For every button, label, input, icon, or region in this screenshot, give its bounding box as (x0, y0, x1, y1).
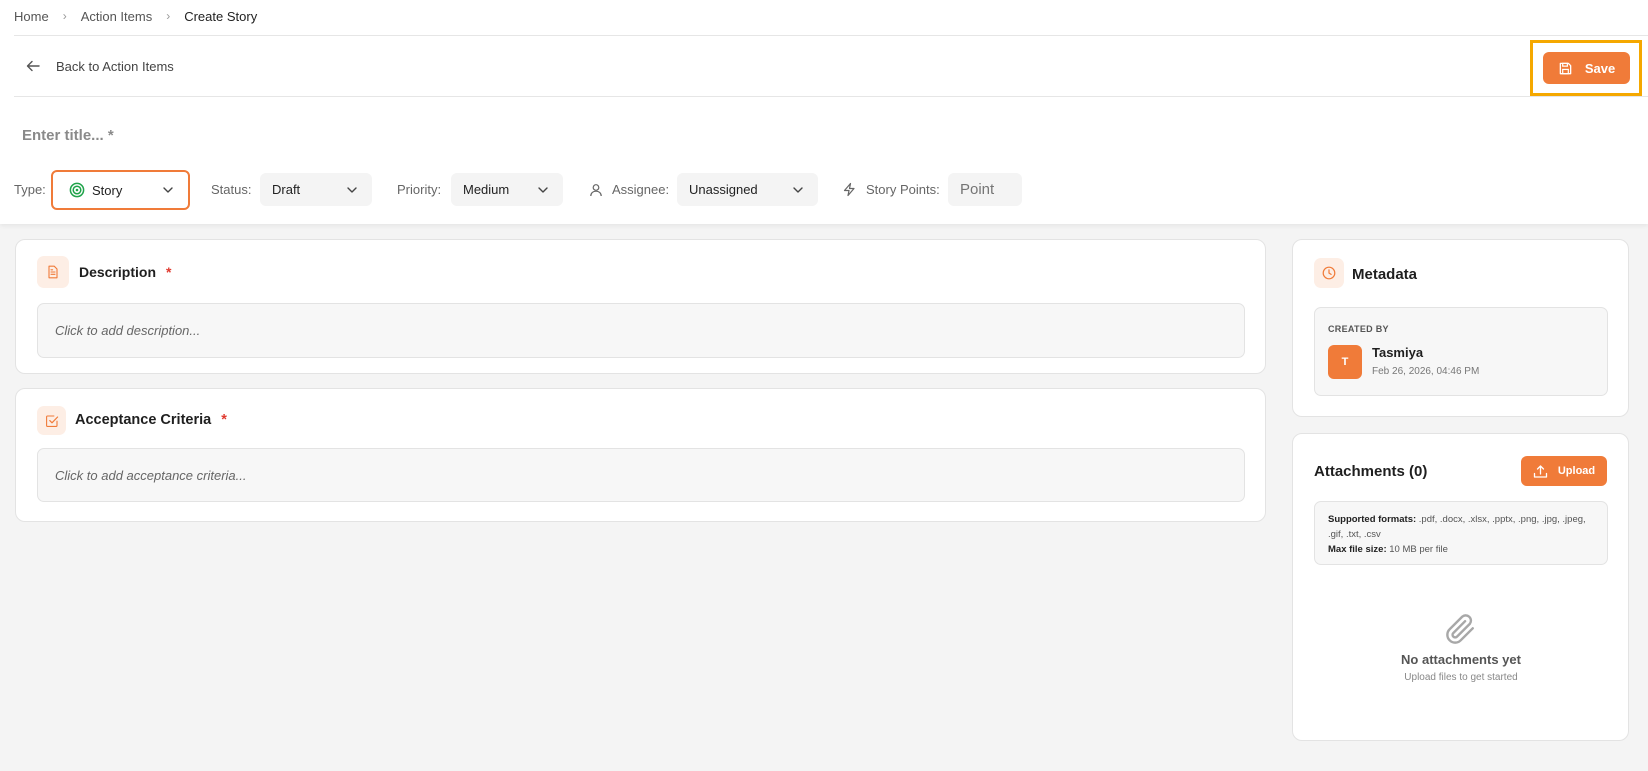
max-size-label: Max file size: (1328, 544, 1387, 555)
assignee-value: Unassigned (689, 182, 758, 197)
breadcrumb: Home › Action Items › Create Story (14, 8, 257, 24)
checkbox-icon (45, 414, 58, 427)
save-button[interactable]: Save (1543, 52, 1630, 84)
chevron-right-icon: › (166, 9, 171, 23)
supported-formats-box: Supported formats: .pdf, .docx, .xlsx, .… (1314, 501, 1608, 565)
description-title: Description * (79, 264, 171, 280)
type-value: Story (92, 182, 123, 198)
avatar: T (1328, 345, 1362, 379)
upload-button[interactable]: Upload (1521, 456, 1607, 486)
created-date: Feb 26, 2026, 04:46 PM (1372, 366, 1480, 377)
acceptance-criteria-input[interactable]: Click to add acceptance criteria... (37, 448, 1245, 502)
assignee-select[interactable]: Unassigned (677, 173, 818, 206)
description-title-text: Description (79, 264, 157, 280)
chevron-right-icon: › (62, 9, 67, 23)
formats-label: Supported formats: (1328, 514, 1417, 525)
description-card: Description * Click to add description... (15, 239, 1266, 374)
divider (14, 96, 1648, 97)
arrow-left-icon (26, 60, 40, 72)
divider (14, 35, 1648, 36)
save-icon (1559, 62, 1572, 74)
required-mark: * (166, 264, 172, 280)
story-points-input[interactable] (948, 173, 1022, 206)
attachments-title: Attachments (0) (1314, 463, 1428, 480)
back-to-action-items-link[interactable]: Back to Action Items (26, 56, 174, 76)
creator-name: Tasmiya (1372, 345, 1424, 360)
type-label: Type: (14, 182, 46, 197)
required-mark: * (221, 412, 227, 428)
empty-state-subtitle: Upload files to get started (1404, 672, 1518, 683)
acceptance-criteria-card: Acceptance Criteria * Click to add accept… (15, 388, 1266, 522)
status-label: Status: (211, 182, 252, 197)
created-by-box: CREATED BY T Tasmiya Feb 26, 2026, 04:46… (1314, 307, 1608, 396)
metadata-title: Metadata (1352, 266, 1418, 283)
chevron-down-icon (163, 187, 173, 193)
metadata-card: Metadata CREATED BY T Tasmiya Feb 26, 20… (1292, 239, 1629, 417)
metadata-icon-box (1314, 258, 1344, 288)
priority-value: Medium (463, 182, 510, 197)
save-label: Save (1584, 60, 1616, 76)
title-input[interactable] (22, 124, 822, 146)
upload-label: Upload (1557, 465, 1596, 477)
status-select[interactable]: Draft (260, 173, 372, 206)
description-icon-box (37, 256, 69, 288)
status-value: Draft (272, 182, 301, 197)
acceptance-title-text: Acceptance Criteria (75, 412, 212, 428)
priority-label: Priority: (397, 182, 442, 197)
story-fields-row: Type: Story Status: Draft Priority: Medi… (14, 170, 1114, 210)
chevron-down-icon (538, 187, 548, 193)
chevron-down-icon (347, 187, 357, 193)
created-by-label: CREATED BY (1328, 324, 1389, 334)
user-icon (590, 184, 602, 197)
formats-line: Supported formats: .pdf, .docx, .xlsx, .… (1328, 512, 1594, 542)
type-select[interactable]: Story (51, 170, 190, 210)
page-header: Home › Action Items › Create Story Back … (0, 0, 1648, 224)
acceptance-icon-box (37, 406, 66, 435)
max-size-line: Max file size: 10 MB per file (1328, 542, 1594, 557)
clock-icon (1322, 266, 1336, 280)
back-label: Back to Action Items (56, 58, 174, 74)
breadcrumb-action-items[interactable]: Action Items (81, 9, 153, 24)
assignee-label: Assignee: (612, 182, 670, 197)
acceptance-title: Acceptance Criteria * (75, 412, 227, 428)
lightning-icon (843, 182, 855, 197)
document-icon (48, 265, 58, 279)
max-size-value: 10 MB per file (1389, 544, 1448, 555)
chevron-down-icon (793, 187, 803, 193)
description-input[interactable]: Click to add description... (37, 303, 1245, 358)
breadcrumb-current: Create Story (184, 8, 258, 24)
story-points-label: Story Points: (866, 182, 940, 197)
upload-icon (1533, 464, 1548, 478)
attachments-card: Attachments (0) Upload Supported formats… (1292, 433, 1629, 741)
empty-state-title: No attachments yet (1401, 652, 1521, 667)
paperclip-icon (1446, 614, 1474, 644)
priority-select[interactable]: Medium (451, 173, 563, 206)
breadcrumb-home[interactable]: Home (14, 9, 49, 24)
target-icon (69, 182, 85, 198)
